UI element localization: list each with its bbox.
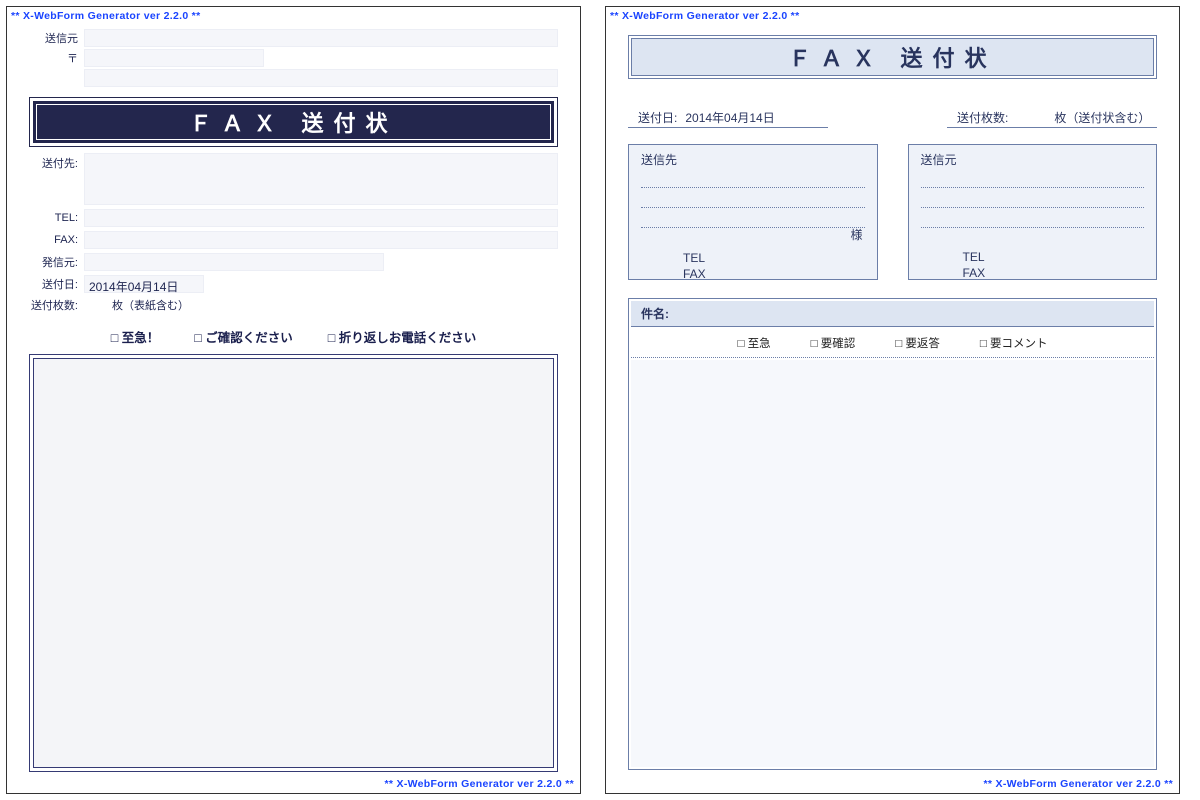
check-urgent[interactable]: □ 至急！ xyxy=(111,327,160,346)
field-tel[interactable] xyxy=(84,209,558,227)
label-subject: 件名: xyxy=(631,301,1154,327)
fax-template-navy: ** X-WebForm Generator ver 2.2.0 ** ** X… xyxy=(6,6,581,794)
field-recipient-1[interactable] xyxy=(641,172,865,188)
watermark-bottom: ** X-WebForm Generator ver 2.2.0 ** xyxy=(984,778,1173,790)
label-from: 発信元: xyxy=(29,254,84,270)
pages-suffix: 枚（送付状含む） xyxy=(1054,109,1150,126)
label-tel: TEL: xyxy=(29,212,84,224)
field-sender-1[interactable] xyxy=(921,172,1145,188)
label-tel: TEL xyxy=(683,251,719,265)
field-sender-2[interactable] xyxy=(921,192,1145,208)
title-text: ＦＡＸ 送付状 xyxy=(33,101,554,143)
label-pages: 送付枚数: xyxy=(29,297,84,313)
check-callback[interactable]: □ 折り返しお電話ください xyxy=(328,327,477,346)
check-comment[interactable]: □ 要コメント xyxy=(980,335,1048,351)
field-sender[interactable] xyxy=(84,29,558,47)
field-sender-3[interactable] xyxy=(921,212,1145,228)
notes-frame xyxy=(29,354,558,772)
urgency-options: □ 至急！ □ ご確認ください □ 折り返しお電話ください xyxy=(29,327,558,346)
pages-suffix: 枚（表紙含む） xyxy=(112,297,189,313)
box-sender: 送信元 TEL FAX xyxy=(908,144,1158,280)
field-fax[interactable] xyxy=(84,231,558,249)
watermark-top: ** X-WebForm Generator ver 2.2.0 ** xyxy=(11,10,200,22)
meta-senddate: 送付日: 2014年04月14日 xyxy=(628,109,828,128)
label-postal: 〒 xyxy=(29,50,84,66)
watermark-bottom: ** X-WebForm Generator ver 2.2.0 ** xyxy=(385,778,574,790)
field-from[interactable] xyxy=(84,253,384,271)
field-address[interactable] xyxy=(84,69,558,87)
meta-pages: 送付枚数: 枚（送付状含む） xyxy=(947,109,1157,128)
label-senddate: 送付日: xyxy=(638,109,677,126)
label-senddate: 送付日: xyxy=(29,276,84,292)
check-confirm[interactable]: □ ご確認ください xyxy=(194,327,293,346)
field-postal[interactable] xyxy=(84,49,264,67)
subject-frame: 件名: □ 至急 □ 要確認 □ 要返答 □ 要コメント xyxy=(628,298,1157,770)
notes-area[interactable] xyxy=(33,358,554,768)
title-banner: ＦＡＸ 送付状 xyxy=(29,97,558,147)
field-recipient-2[interactable] xyxy=(641,192,865,208)
label-recipient: 送信先 xyxy=(641,151,865,168)
title-text: ＦＡＸ 送付状 xyxy=(631,38,1154,76)
label-fax: FAX: xyxy=(29,234,84,246)
field-senddate[interactable]: 2014年04月14日 xyxy=(84,275,204,293)
label-sender: 送信元 xyxy=(29,30,84,46)
label-pages: 送付枚数: xyxy=(957,109,1008,126)
title-banner: ＦＡＸ 送付状 xyxy=(628,35,1157,79)
label-sama: 様 xyxy=(641,226,865,243)
notes-area[interactable] xyxy=(631,360,1154,767)
check-reply[interactable]: □ 要返答 xyxy=(895,335,940,351)
label-fax: FAX xyxy=(683,267,719,281)
check-urgent[interactable]: □ 至急 xyxy=(737,335,770,351)
label-tel: TEL xyxy=(963,250,999,264)
field-to[interactable] xyxy=(84,153,558,205)
label-sender: 送信元 xyxy=(921,151,1145,168)
box-recipient: 送信先 様 TEL FAX xyxy=(628,144,878,280)
value-senddate: 2014年04月14日 xyxy=(685,109,774,126)
watermark-top: ** X-WebForm Generator ver 2.2.0 ** xyxy=(610,10,799,22)
urgency-options: □ 至急 □ 要確認 □ 要返答 □ 要コメント xyxy=(631,329,1154,358)
check-confirm[interactable]: □ 要確認 xyxy=(811,335,856,351)
label-fax: FAX xyxy=(963,266,999,280)
fax-template-light: ** X-WebForm Generator ver 2.2.0 ** ** X… xyxy=(605,6,1180,794)
label-to: 送付先: xyxy=(29,153,84,171)
